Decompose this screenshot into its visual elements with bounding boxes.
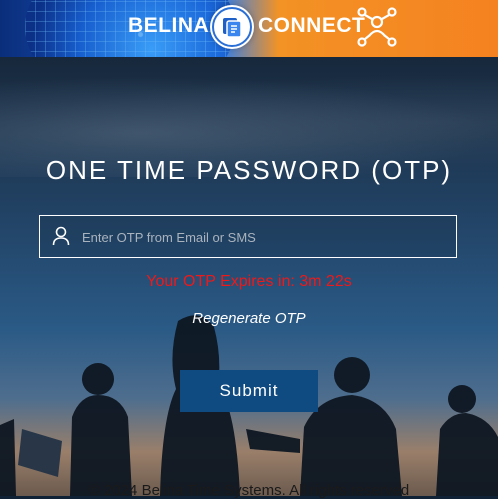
footer-copyright: © 2024 Belina Time Systems. All rights r…: [88, 482, 410, 499]
page-title: ONE TIME PASSWORD (OTP): [45, 155, 453, 185]
submit-button[interactable]: Submit: [180, 370, 318, 412]
belina-logo-icon: [210, 5, 254, 49]
regenerate-otp-link[interactable]: Regenerate OTP: [0, 310, 498, 327]
user-icon: [52, 226, 70, 246]
otp-input-field: [39, 215, 457, 259]
brand-name-connect: CONNECT: [258, 14, 366, 37]
otp-expiry-text: Your OTP Expires in: 3m 22s: [146, 273, 352, 290]
network-people-icon: [357, 7, 397, 47]
brand-name-belina: BELINA: [128, 14, 210, 37]
brand-banner: BELINA CONNECT: [0, 0, 498, 57]
otp-input[interactable]: [80, 216, 454, 259]
